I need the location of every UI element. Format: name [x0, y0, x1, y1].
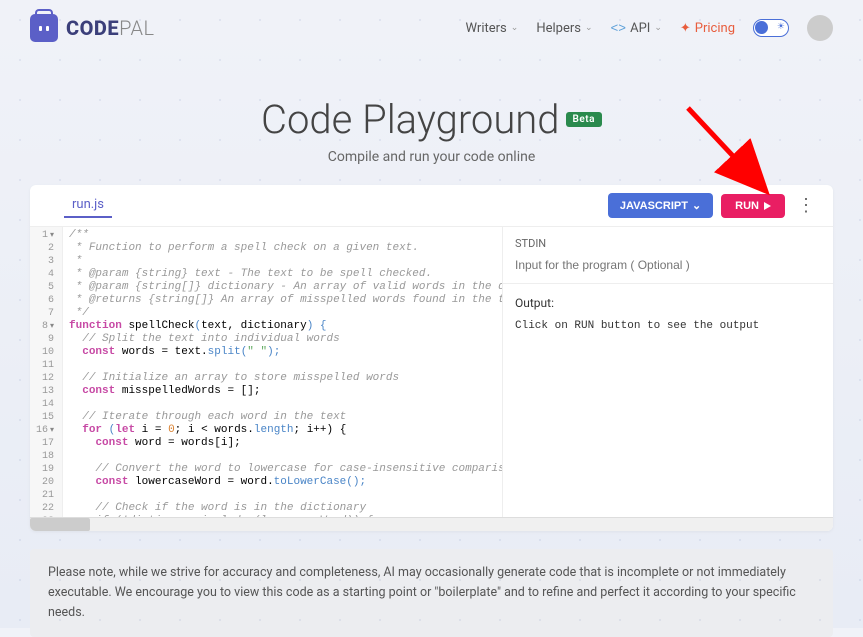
file-tab[interactable]: run.js [64, 193, 112, 218]
chevron-down-icon: ⌄ [654, 23, 662, 33]
code-editor[interactable]: 1▾2345678▾910111213141516▾17181920212223… [30, 227, 503, 517]
nav-api[interactable]: <>API⌄ [611, 21, 662, 36]
brand-name: CODEPAL [66, 16, 155, 40]
page-subtitle: Compile and run your code online [0, 149, 863, 165]
chevron-down-icon: ⌄ [585, 23, 593, 33]
code-icon: <> [611, 21, 627, 36]
logo-icon [30, 14, 58, 42]
line-gutter: 1▾2345678▾910111213141516▾17181920212223 [30, 227, 63, 517]
page-title: Code Playground Beta [261, 96, 602, 143]
title-section: Code Playground Beta Compile and run you… [0, 96, 863, 165]
theme-toggle[interactable]: ☀ [753, 19, 789, 37]
output-label: Output: [515, 296, 821, 310]
nav-pricing[interactable]: ✦Pricing [680, 21, 735, 36]
play-icon [764, 202, 771, 210]
disclaimer-note: Please note, while we strive for accurac… [30, 549, 833, 637]
code-content[interactable]: /** * Function to perform a spell check … [63, 227, 502, 517]
header: CODEPAL Writers⌄ Helpers⌄ <>API⌄ ✦Pricin… [0, 0, 863, 56]
nav-helpers[interactable]: Helpers⌄ [536, 21, 592, 36]
beta-badge: Beta [566, 112, 602, 127]
chevron-down-icon: ⌄ [511, 23, 519, 33]
nav: Writers⌄ Helpers⌄ <>API⌄ ✦Pricing ☀ [466, 15, 833, 41]
run-button[interactable]: RUN [721, 194, 785, 218]
output-text: Click on RUN button to see the output [515, 320, 821, 332]
avatar[interactable] [807, 15, 833, 41]
more-button[interactable]: ⋮ [793, 195, 819, 216]
sparkle-icon: ✦ [680, 21, 691, 36]
sun-icon: ☀ [777, 22, 785, 32]
language-select[interactable]: JAVASCRIPT ⌄ [608, 193, 713, 218]
nav-writers[interactable]: Writers⌄ [466, 21, 519, 36]
toolbar: run.js JAVASCRIPT ⌄ RUN ⋮ [30, 185, 833, 227]
horizontal-scrollbar[interactable] [30, 517, 833, 531]
stdin-input[interactable] [515, 258, 821, 272]
stdin-label: STDIN [515, 237, 821, 250]
output-panel: STDIN Output: Click on RUN button to see… [503, 227, 833, 517]
chevron-down-icon: ⌄ [692, 199, 701, 212]
logo[interactable]: CODEPAL [30, 14, 155, 42]
playground: run.js JAVASCRIPT ⌄ RUN ⋮ 1▾2345678▾9101… [30, 185, 833, 531]
